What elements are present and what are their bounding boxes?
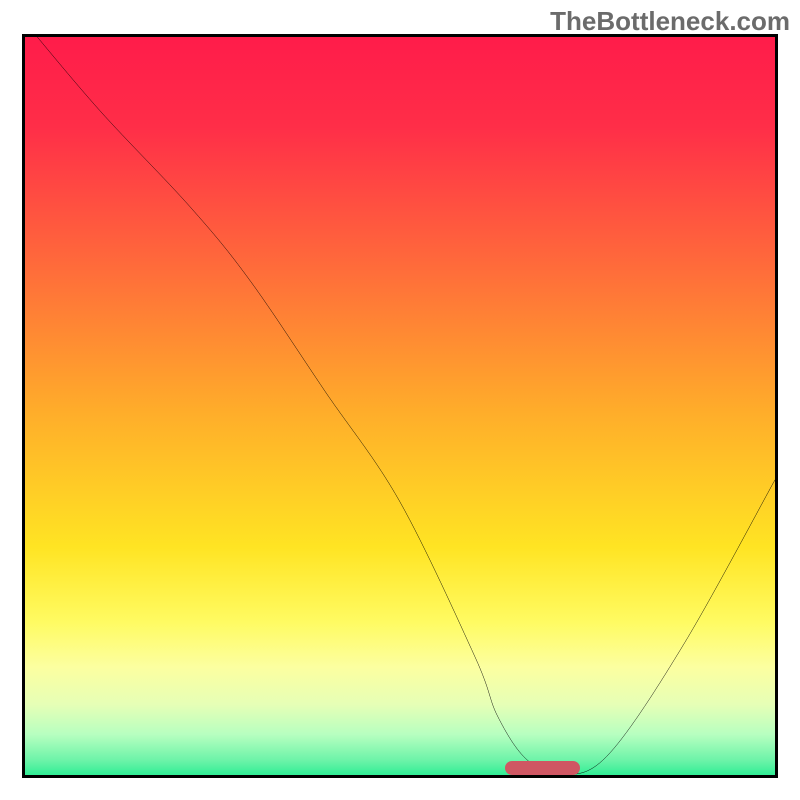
plot-frame (22, 34, 778, 778)
optimal-range-marker (505, 761, 580, 775)
chart-container: TheBottleneck.com (0, 0, 800, 800)
bottleneck-curve (25, 37, 775, 775)
watermark-text: TheBottleneck.com (550, 6, 790, 37)
